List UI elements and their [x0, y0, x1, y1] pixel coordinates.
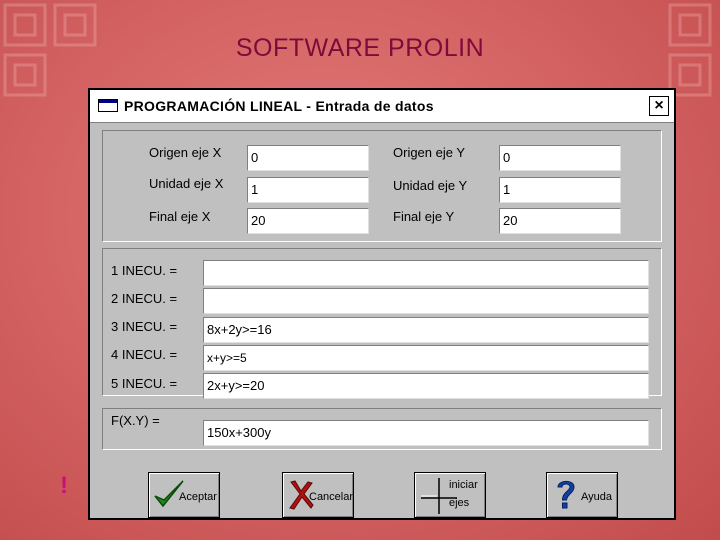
inequality-2-field[interactable] [203, 288, 649, 314]
objective-label: F(X.Y) = [111, 413, 160, 428]
accept-label: Aceptar [179, 491, 217, 503]
inequality-4-label: 4 INECU. = [111, 347, 178, 362]
unit-x-field[interactable]: 1 [247, 177, 369, 203]
unit-y-label: Unidad eje Y [393, 178, 468, 193]
inequality-2-label: 2 INECU. = [111, 291, 178, 306]
accept-button[interactable]: Aceptar [148, 472, 220, 518]
objective-field[interactable]: 150x+300y [203, 420, 649, 446]
cancel-button[interactable]: Cancelar [282, 472, 354, 518]
init-axes-button[interactable]: iniciar ejes [414, 472, 486, 518]
inequality-4-field[interactable]: x+y>=5 [203, 345, 649, 371]
inequality-5-field[interactable]: 2x+y>=20 [203, 373, 649, 399]
exclamation-marker: ! [60, 472, 68, 499]
inequality-5-label: 5 INECU. = [111, 376, 178, 391]
slide-title: SOFTWARE PROLIN [235, 34, 485, 62]
origin-y-label: Origen eje Y [393, 145, 466, 160]
objective-group: F(X.Y) = 150x+300y [102, 408, 662, 450]
axes-group: Origen eje X 0 Origen eje Y 0 Unidad eje… [102, 130, 662, 242]
unit-x-label: Unidad eje X [149, 176, 224, 191]
inequalities-group: 1 INECU. = 2 INECU. = 3 INECU. = 8x+2y>=… [102, 248, 662, 399]
close-button[interactable]: × [649, 96, 669, 116]
window-titlebar[interactable]: PROGRAMACIÓN LINEAL - Entrada de datos × [90, 90, 674, 123]
data-entry-dialog: PROGRAMACIÓN LINEAL - Entrada de datos ×… [88, 88, 676, 520]
unit-y-field[interactable]: 1 [499, 177, 621, 203]
end-y-field[interactable]: 20 [499, 208, 621, 234]
end-x-label: Final eje X [149, 209, 211, 224]
question-mark-icon [557, 480, 575, 509]
origin-x-field[interactable]: 0 [247, 145, 369, 171]
cancel-label: Cancelar [309, 491, 354, 503]
window-menu-icon[interactable] [98, 99, 118, 112]
end-y-label: Final eje Y [393, 209, 455, 224]
inequality-1-label: 1 INECU. = [111, 263, 178, 278]
inequality-3-field[interactable]: 8x+2y>=16 [203, 317, 649, 343]
end-x-field[interactable]: 20 [247, 208, 369, 234]
help-label: Ayuda [581, 491, 612, 503]
window-title: PROGRAMACIÓN LINEAL - Entrada de datos [124, 98, 434, 114]
origin-x-label: Origen eje X [149, 145, 222, 160]
inequality-1-field[interactable] [203, 260, 649, 286]
help-button[interactable]: Ayuda [546, 472, 618, 518]
init-axes-label-line1: iniciar [449, 479, 478, 491]
inequality-3-label: 3 INECU. = [111, 319, 178, 334]
origin-y-field[interactable]: 0 [499, 145, 621, 171]
init-axes-label-line2: ejes [449, 497, 470, 509]
